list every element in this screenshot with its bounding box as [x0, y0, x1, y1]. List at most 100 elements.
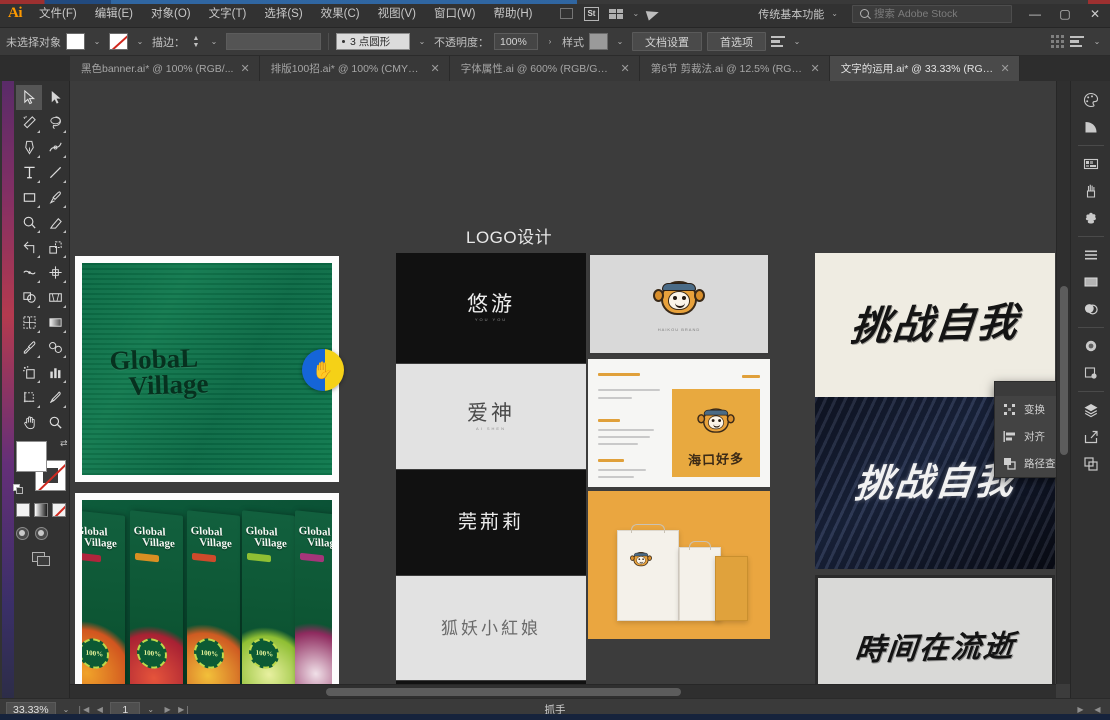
artboard-chevron-icon[interactable]: ⌄: [144, 705, 157, 714]
menu-effect[interactable]: 效果(C): [312, 0, 369, 28]
bridge-icon[interactable]: [555, 4, 577, 24]
maximize-button[interactable]: ▢: [1050, 0, 1080, 28]
align-icon[interactable]: [771, 35, 785, 48]
logo-cell-3[interactable]: 莞荊莉: [396, 470, 586, 575]
fill-color-swatch[interactable]: [66, 33, 85, 50]
rectangle-tool[interactable]: [16, 185, 42, 210]
vertical-scroll-thumb[interactable]: [1060, 286, 1068, 455]
brush-definition-select[interactable]: 3 点圆形: [336, 33, 410, 50]
mesh-tool[interactable]: [16, 310, 42, 335]
pen-tool[interactable]: [16, 135, 42, 160]
canvas-horizontal-scrollbar[interactable]: [70, 684, 1056, 698]
shape-builder-tool[interactable]: [16, 285, 42, 310]
eyedropper-tool[interactable]: [16, 335, 42, 360]
menu-type[interactable]: 文字(T): [200, 0, 256, 28]
color-mode-button[interactable]: [16, 503, 30, 517]
transparency-panel-icon[interactable]: [1074, 296, 1108, 322]
menu-window[interactable]: 窗口(W): [425, 0, 485, 28]
hand-tool[interactable]: [16, 410, 42, 435]
paintbrush-tool[interactable]: [42, 185, 68, 210]
workspace-switcher[interactable]: 传统基本功能 ⌄: [752, 6, 844, 22]
blend-tool[interactable]: [42, 335, 68, 360]
tab-document-1[interactable]: 黑色banner.ai* @ 100% (RGB/... ✕: [70, 56, 260, 81]
tab-close-icon[interactable]: ✕: [430, 62, 439, 75]
tab-close-icon[interactable]: ✕: [620, 62, 629, 75]
panel-item-transform[interactable]: 变换: [995, 396, 1056, 423]
perspective-grid-tool[interactable]: [42, 285, 68, 310]
artboards-panel-icon[interactable]: [1074, 269, 1108, 295]
fill-chevron-icon[interactable]: ⌄: [90, 33, 104, 50]
none-mode-button[interactable]: [52, 503, 66, 517]
artwork-green-board[interactable]: GlobaL Village: [75, 256, 339, 482]
color-panel-icon[interactable]: [1074, 87, 1108, 113]
artwork-mascot-logo[interactable]: HAIKOU BRAND: [588, 253, 770, 355]
arrange-documents-icon[interactable]: [605, 4, 627, 24]
layers-panel-icon[interactable]: [1074, 397, 1108, 423]
asset-export-panel-icon[interactable]: [1074, 424, 1108, 450]
artwork-calligraphy-gray[interactable]: 時间在流逝: [815, 575, 1055, 684]
tab-document-2[interactable]: 排版100招.ai* @ 100% (CMYK/... ✕: [259, 56, 450, 81]
shaper-tool[interactable]: [16, 210, 42, 235]
logo-cell-1[interactable]: 悠游 YOU YOU: [396, 253, 586, 363]
document-setup-button[interactable]: 文档设置: [632, 32, 702, 51]
screen-mode-button[interactable]: [16, 552, 68, 567]
floating-panel-header[interactable]: ◄◄ ✕: [995, 382, 1056, 396]
zoom-tool[interactable]: [42, 410, 68, 435]
tab-close-icon[interactable]: ✕: [240, 62, 249, 75]
symbols-panel-icon[interactable]: [1074, 205, 1108, 231]
paragraph-panel-icon[interactable]: [1074, 242, 1108, 268]
tab-document-5-active[interactable]: 文字的运用.ai* @ 33.33% (RGB/GPU 预览) ✕: [829, 56, 1020, 81]
tab-close-icon[interactable]: ✕: [1000, 62, 1009, 75]
graphic-styles-panel-icon[interactable]: [1074, 360, 1108, 386]
fill-swatch[interactable]: [16, 441, 47, 472]
appearance-panel-icon[interactable]: [1074, 333, 1108, 359]
draw-normal-icon[interactable]: [16, 527, 29, 540]
menu-help[interactable]: 帮助(H): [485, 0, 542, 28]
minimize-button[interactable]: —: [1020, 0, 1050, 28]
menu-view[interactable]: 视图(V): [369, 0, 425, 28]
draw-behind-icon[interactable]: [35, 527, 48, 540]
canvas-vertical-scrollbar[interactable]: [1056, 81, 1070, 684]
artboard-tool[interactable]: [16, 385, 42, 410]
artwork-juice-cartons[interactable]: Global Village 100% Global Village 100% Gl…: [75, 493, 339, 684]
tab-close-icon[interactable]: ✕: [810, 62, 819, 75]
artwork-brand-page[interactable]: 海口好多: [588, 359, 770, 487]
tools-panel-drag-handle[interactable]: [2, 81, 14, 698]
symbol-sprayer-tool[interactable]: [16, 360, 42, 385]
stroke-chevron-icon[interactable]: ⌄: [133, 33, 147, 50]
stroke-weight-chevron-icon[interactable]: ⌄: [207, 33, 221, 50]
swatches-panel-icon[interactable]: [1074, 151, 1108, 177]
menu-file[interactable]: 文件(F): [30, 0, 86, 28]
type-tool[interactable]: [16, 160, 42, 185]
menu-select[interactable]: 选择(S): [255, 0, 311, 28]
column-graph-tool[interactable]: [42, 360, 68, 385]
stock-search-input[interactable]: 搜索 Adobe Stock: [852, 4, 1012, 23]
graphic-style-swatch[interactable]: [589, 33, 608, 50]
brushes-panel-icon[interactable]: [1074, 178, 1108, 204]
stroke-color-swatch[interactable]: [109, 33, 128, 50]
opacity-arrow-icon[interactable]: ›: [543, 33, 557, 50]
close-button[interactable]: ✕: [1080, 0, 1110, 28]
opacity-input[interactable]: 100%: [494, 33, 538, 50]
color-guide-panel-icon[interactable]: [1074, 114, 1108, 140]
zoom-chevron-icon[interactable]: ⌄: [60, 705, 73, 714]
panel-item-pathfinder[interactable]: 路径查找器: [995, 450, 1056, 477]
slice-tool[interactable]: [42, 385, 68, 410]
tab-document-3[interactable]: 字体属性.ai @ 600% (RGB/GPU ... ✕: [449, 56, 640, 81]
stroke-weight-stepper[interactable]: ▲ ▼: [190, 33, 202, 50]
artwork-calligraphy-paper[interactable]: 挑战自我: [815, 253, 1055, 397]
align-chevron-icon[interactable]: ⌄: [790, 33, 804, 50]
distribute-icon[interactable]: [1070, 35, 1084, 48]
free-transform-tool[interactable]: [42, 260, 68, 285]
gradient-tool[interactable]: [42, 310, 68, 335]
direct-selection-tool[interactable]: [42, 85, 68, 110]
style-chevron-icon[interactable]: ⌄: [613, 33, 627, 50]
selection-tool[interactable]: [16, 85, 42, 110]
logo-cell-2[interactable]: 爱神 AI SHEN: [396, 364, 586, 469]
rotate-tool[interactable]: [16, 235, 42, 260]
brush-chevron-icon[interactable]: ⌄: [415, 33, 429, 50]
logo-cell-4[interactable]: 狐妖小紅娘: [396, 576, 586, 680]
panel-options-icon[interactable]: [1051, 35, 1064, 48]
panel-item-align[interactable]: 对齐: [995, 423, 1056, 450]
eraser-tool[interactable]: [42, 210, 68, 235]
